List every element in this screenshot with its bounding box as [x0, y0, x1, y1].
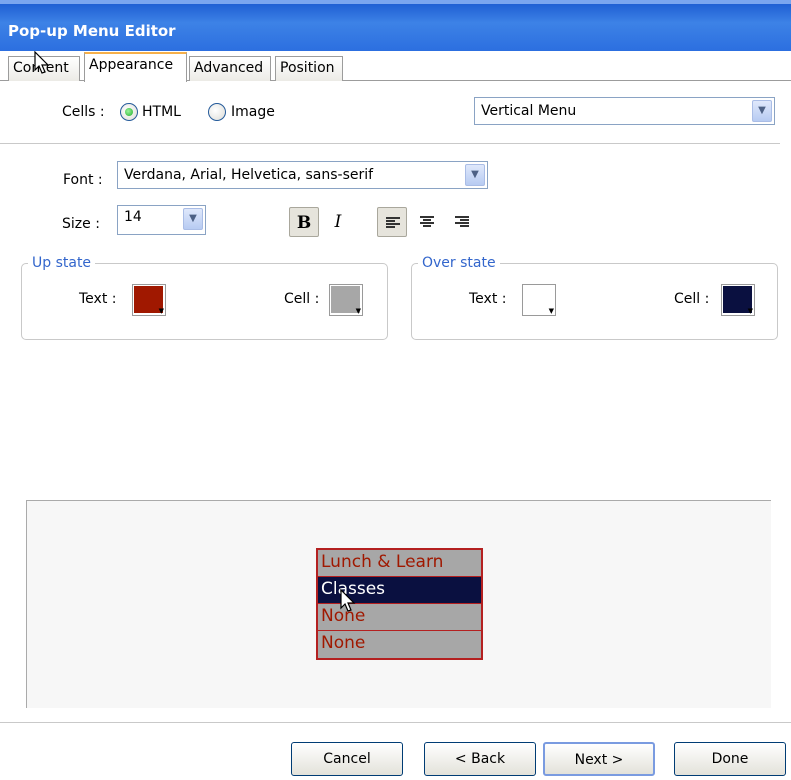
cancel-button[interactable]: Cancel — [291, 742, 403, 776]
up-state-legend: Up state — [28, 255, 96, 271]
done-button[interactable]: Done — [674, 742, 786, 776]
caret-down-icon: ▼ — [548, 307, 554, 315]
menu-type-value: Vertical Menu — [481, 103, 577, 119]
over-state-group: Over state Text : ▼ Cell : ▼ — [411, 255, 778, 340]
tab-strip: Content Appearance Advanced Position — [0, 51, 791, 82]
italic-button[interactable]: I — [323, 207, 353, 237]
font-label: Font : — [63, 172, 103, 188]
title-bar: Pop-up Menu Editor — [0, 0, 791, 51]
mouse-cursor-icon — [340, 589, 356, 612]
align-right-button[interactable] — [447, 207, 477, 237]
cells-row: Cells : HTML Image Vertical Menu ▼ — [0, 82, 780, 144]
menu-preview-area: Lunch & Learn Classes None None — [26, 500, 771, 708]
html-radio-label: HTML — [142, 104, 181, 120]
chevron-down-icon[interactable]: ▼ — [465, 164, 485, 186]
align-left-button[interactable] — [377, 207, 407, 237]
up-text-color-swatch[interactable]: ▼ — [132, 284, 166, 316]
size-select[interactable]: 14 ▼ — [117, 205, 206, 235]
caret-down-icon: ▼ — [747, 307, 753, 315]
back-button[interactable]: < Back — [424, 742, 536, 776]
over-cell-color-swatch[interactable]: ▼ — [721, 284, 755, 316]
up-cell-label: Cell : — [284, 291, 320, 307]
font-value: Verdana, Arial, Helvetica, sans-serif — [124, 167, 374, 183]
window-title: Pop-up Menu Editor — [8, 22, 176, 40]
tab-appearance[interactable]: Appearance — [84, 52, 187, 82]
up-text-label: Text : — [79, 291, 117, 307]
up-cell-color-swatch[interactable]: ▼ — [329, 284, 363, 316]
next-button[interactable]: Next > — [543, 742, 655, 776]
caret-down-icon: ▼ — [158, 307, 164, 315]
over-state-legend: Over state — [418, 255, 500, 271]
font-select[interactable]: Verdana, Arial, Helvetica, sans-serif ▼ — [117, 161, 488, 189]
image-radio[interactable] — [208, 103, 226, 121]
tab-advanced[interactable]: Advanced — [189, 56, 271, 81]
align-center-icon — [420, 216, 434, 228]
chevron-down-icon[interactable]: ▼ — [752, 100, 772, 122]
up-state-group: Up state Text : ▼ Cell : ▼ — [21, 255, 388, 340]
bold-button[interactable]: B — [289, 207, 319, 237]
align-right-icon — [455, 216, 469, 228]
align-left-icon — [386, 217, 400, 229]
image-radio-label: Image — [231, 104, 275, 120]
html-radio[interactable] — [120, 103, 138, 121]
size-label: Size : — [62, 216, 100, 232]
over-text-color-swatch[interactable]: ▼ — [522, 284, 556, 316]
mouse-cursor-icon — [34, 51, 50, 74]
cells-label: Cells : — [62, 104, 105, 120]
menu-type-select[interactable]: Vertical Menu ▼ — [474, 97, 775, 125]
over-cell-label: Cell : — [674, 291, 710, 307]
chevron-down-icon[interactable]: ▼ — [183, 208, 203, 230]
size-value: 14 — [124, 209, 142, 225]
over-text-label: Text : — [469, 291, 507, 307]
tab-position[interactable]: Position — [275, 56, 343, 81]
dialog-footer: Cancel < Back Next > Done — [0, 722, 791, 780]
align-center-button[interactable] — [412, 207, 442, 237]
preview-menu-item[interactable]: None — [318, 631, 481, 658]
caret-down-icon: ▼ — [355, 307, 361, 315]
preview-menu-item[interactable]: Lunch & Learn — [318, 550, 481, 577]
